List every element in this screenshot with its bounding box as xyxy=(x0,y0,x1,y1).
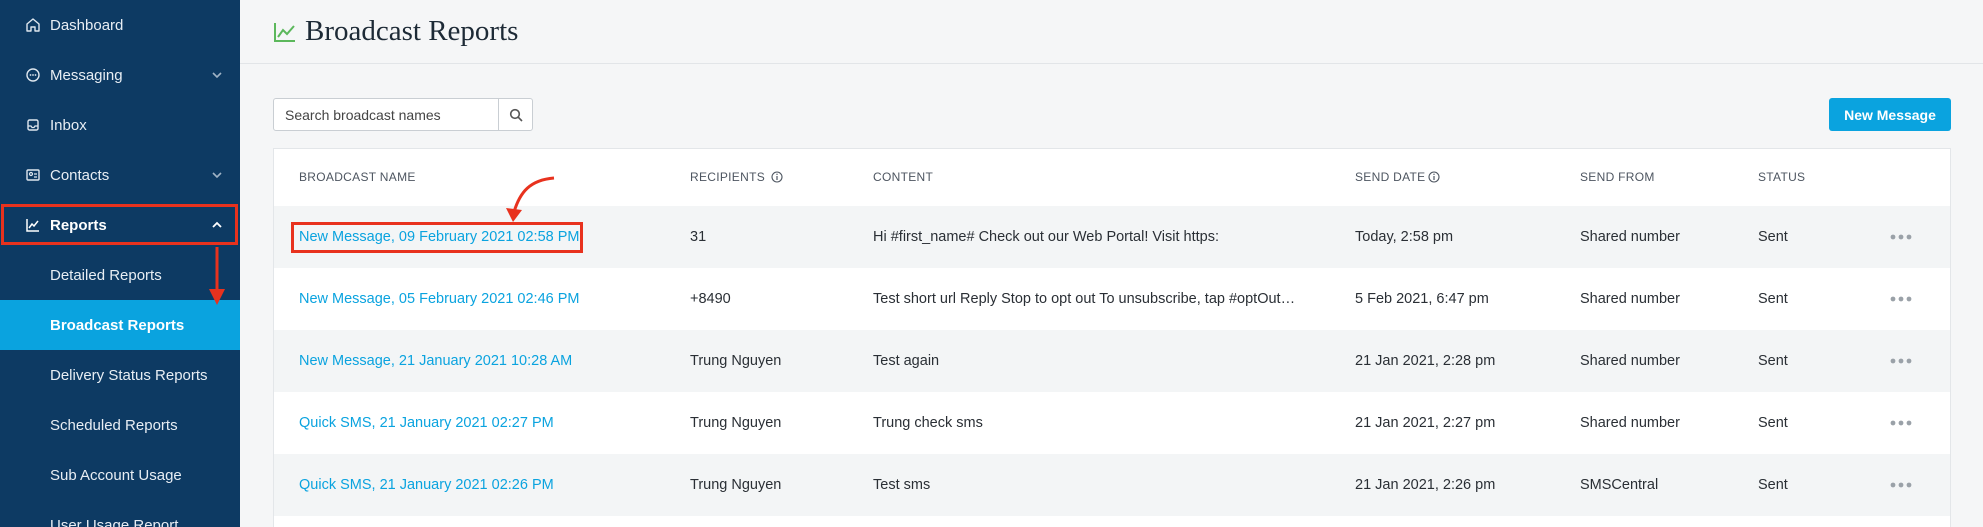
column-header-send-date[interactable]: SEND DATE xyxy=(1355,170,1440,184)
sidebar-item-sub-account-usage[interactable]: Sub Account Usage xyxy=(0,450,240,500)
sidebar-item-label: Detailed Reports xyxy=(50,266,162,284)
send-from-cell: Shared number xyxy=(1580,229,1680,245)
sidebar-item-label: Contacts xyxy=(50,166,110,184)
column-header-recipients[interactable]: RECIPIENTS xyxy=(690,170,783,184)
sidebar-item-label: Inbox xyxy=(50,116,87,134)
sidebar-item-label: Messaging xyxy=(50,66,123,84)
sidebar-item-label: Reports xyxy=(50,216,107,234)
send-date-cell: 21 Jan 2021, 2:26 pm xyxy=(1355,477,1496,493)
broadcast-name-link[interactable]: New Message, 09 February 2021 02:58 PM xyxy=(299,229,599,245)
search-button[interactable] xyxy=(498,99,532,130)
search-input[interactable] xyxy=(274,99,498,130)
more-options-icon[interactable] xyxy=(1889,419,1913,427)
broadcast-name-link[interactable]: New Message, 05 February 2021 02:46 PM xyxy=(299,291,599,307)
send-date-cell: 21 Jan 2021, 2:27 pm xyxy=(1355,415,1496,431)
send-from-cell: Shared number xyxy=(1580,415,1680,431)
column-header-status[interactable]: STATUS xyxy=(1758,170,1805,184)
sidebar: Dashboard Messaging Inbox Contacts Repor… xyxy=(0,0,240,527)
table-row[interactable]: Quick SMS, 21 January 2021 02:27 PM Trun… xyxy=(274,392,1950,454)
broadcast-name-link[interactable]: New Message, 21 January 2021 10:28 AM xyxy=(299,353,599,369)
content-cell: Hi #first_name# Check out our Web Portal… xyxy=(873,229,1220,245)
column-header-label: SEND DATE xyxy=(1355,170,1426,184)
line-chart-icon xyxy=(274,23,295,42)
sidebar-item-delivery-status-reports[interactable]: Delivery Status Reports xyxy=(0,350,240,400)
more-options-icon[interactable] xyxy=(1889,357,1913,365)
sidebar-item-label: Scheduled Reports xyxy=(50,416,178,434)
send-from-cell: Shared number xyxy=(1580,291,1680,307)
new-message-button[interactable]: New Message xyxy=(1829,98,1951,131)
table-row[interactable]: New Message, 05 February 2021 02:46 PM +… xyxy=(274,268,1950,330)
sidebar-item-label: Broadcast Reports xyxy=(50,316,185,334)
sidebar-item-messaging[interactable]: Messaging xyxy=(0,50,240,100)
sidebar-item-contacts[interactable]: Contacts xyxy=(0,150,240,200)
chevron-down-icon xyxy=(212,172,222,179)
content-cell: Test sms xyxy=(873,477,931,493)
chevron-down-icon xyxy=(212,72,222,79)
content-cell: Test short url Reply Stop to opt out To … xyxy=(873,291,1303,307)
more-options-icon[interactable] xyxy=(1889,481,1913,489)
search-icon xyxy=(509,108,523,122)
broadcast-name-link[interactable]: Quick SMS, 21 January 2021 02:26 PM xyxy=(299,477,599,493)
search-bar xyxy=(273,98,533,131)
home-icon xyxy=(24,16,42,34)
status-cell: Sent xyxy=(1758,477,1788,493)
send-from-cell: SMSCentral xyxy=(1580,477,1659,493)
line-chart-icon xyxy=(24,216,42,234)
info-icon[interactable] xyxy=(771,171,783,183)
column-header-label: RECIPIENTS xyxy=(690,170,766,184)
sidebar-item-label: User Usage Report xyxy=(50,516,179,527)
recipients-cell: +8490 xyxy=(690,291,731,307)
sidebar-item-user-usage-report[interactable]: User Usage Report xyxy=(0,500,240,527)
send-from-cell: Shared number xyxy=(1580,353,1680,369)
sidebar-item-broadcast-reports[interactable]: Broadcast Reports xyxy=(0,300,240,350)
status-cell: Sent xyxy=(1758,291,1788,307)
send-date-cell: 21 Jan 2021, 2:28 pm xyxy=(1355,353,1496,369)
status-cell: Sent xyxy=(1758,353,1788,369)
sidebar-item-inbox[interactable]: Inbox xyxy=(0,100,240,150)
broadcast-name-link[interactable]: Quick SMS, 21 January 2021 02:27 PM xyxy=(299,415,599,431)
table-row[interactable]: New Message, 21 January 2021 10:28 AM Tr… xyxy=(274,330,1950,392)
sidebar-item-label: Delivery Status Reports xyxy=(50,366,208,384)
page-header: Broadcast Reports xyxy=(240,0,1983,64)
sidebar-item-dashboard[interactable]: Dashboard xyxy=(0,0,240,50)
sidebar-item-scheduled-reports[interactable]: Scheduled Reports xyxy=(0,400,240,450)
contact-card-icon xyxy=(24,166,42,184)
page-title: Broadcast Reports xyxy=(305,15,519,47)
content-cell: Trung check sms xyxy=(873,415,983,431)
more-options-icon[interactable] xyxy=(1889,233,1913,241)
chat-bubble-icon xyxy=(24,66,42,84)
table-row[interactable]: Quick SMS, 21 January 2021 02:26 PM Trun… xyxy=(274,454,1950,516)
column-header-send-from[interactable]: SEND FROM xyxy=(1580,170,1655,184)
recipients-cell: Trung Nguyen xyxy=(690,353,782,369)
table-row[interactable]: New Message, 09 February 2021 02:58 PM 3… xyxy=(274,206,1950,268)
send-date-cell: Today, 2:58 pm xyxy=(1355,229,1454,245)
info-icon[interactable] xyxy=(1427,171,1440,183)
sidebar-item-label: Sub Account Usage xyxy=(50,466,182,484)
status-cell: Sent xyxy=(1758,229,1788,245)
recipients-cell: 31 xyxy=(690,229,707,245)
chevron-up-icon xyxy=(212,221,222,228)
recipients-cell: Trung Nguyen xyxy=(690,415,782,431)
column-header-content[interactable]: CONTENT xyxy=(873,170,933,184)
status-cell: Sent xyxy=(1758,415,1788,431)
content-cell: Test again xyxy=(873,353,940,369)
recipients-cell: Trung Nguyen xyxy=(690,477,782,493)
sidebar-item-label: Dashboard xyxy=(50,16,124,34)
column-header-broadcast-name[interactable]: BROADCAST NAME xyxy=(299,170,416,184)
send-date-cell: 5 Feb 2021, 6:47 pm xyxy=(1355,291,1489,307)
more-options-icon[interactable] xyxy=(1889,295,1913,303)
sidebar-item-detailed-reports[interactable]: Detailed Reports xyxy=(0,250,240,300)
sidebar-item-reports[interactable]: Reports xyxy=(0,200,240,250)
inbox-icon xyxy=(24,116,42,134)
